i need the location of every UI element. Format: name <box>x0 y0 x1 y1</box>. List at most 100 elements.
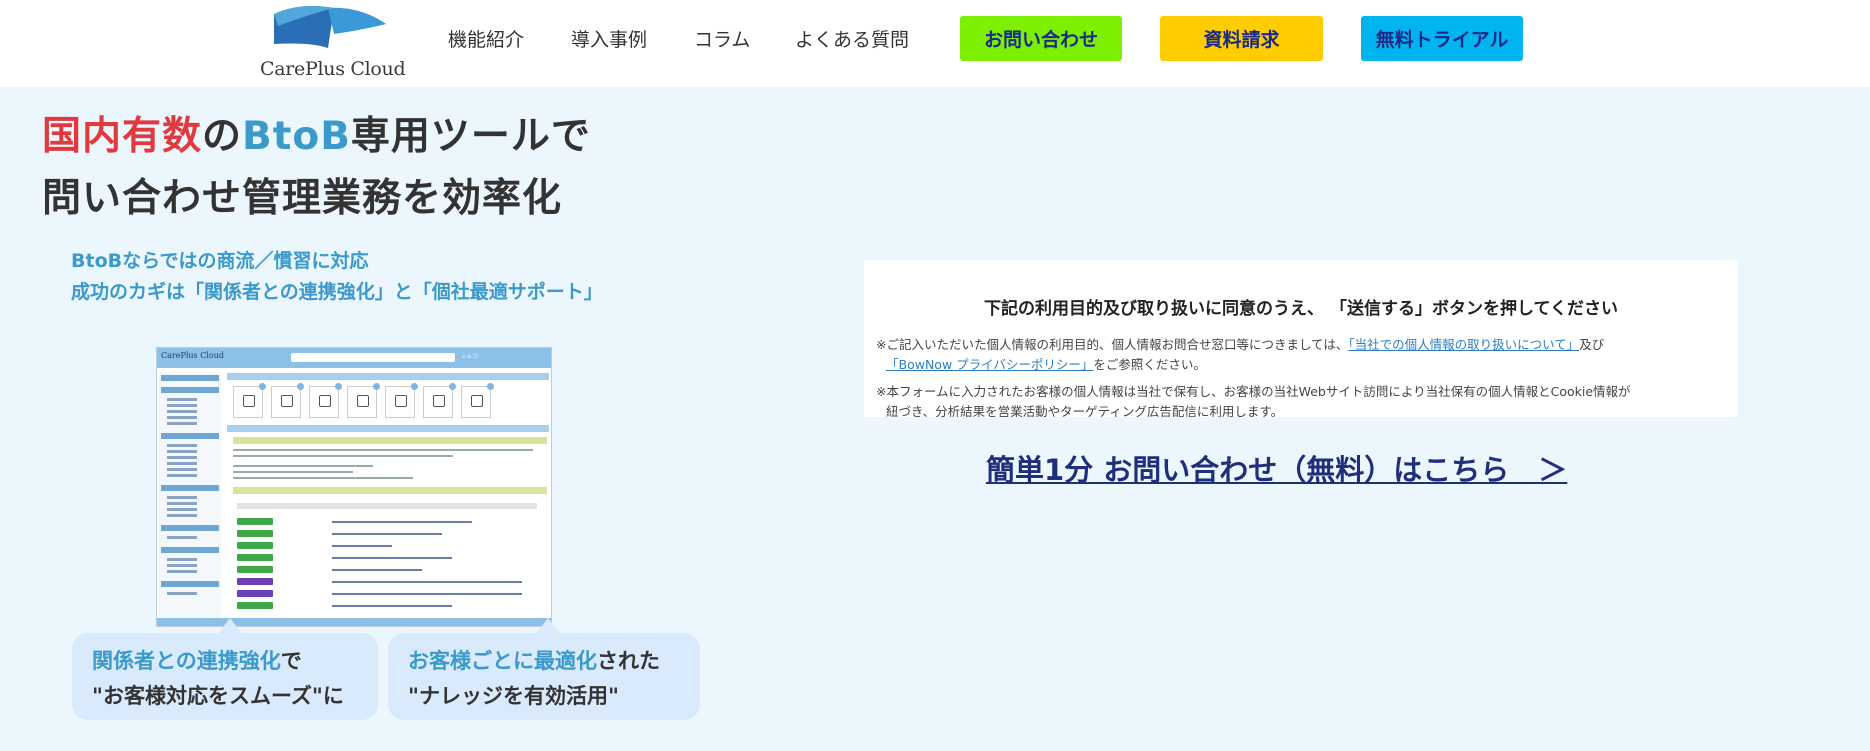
sidebar-item <box>167 564 197 567</box>
row-link <box>332 545 392 547</box>
callout-line2: "ナレッジを有効活用" <box>408 684 619 708</box>
sidebar-item <box>167 496 197 499</box>
tab-row <box>237 503 537 509</box>
hero-particle: の <box>202 114 243 159</box>
badge-icon <box>259 383 266 390</box>
app-screenshot-main <box>227 373 549 623</box>
nav-faq[interactable]: よくある質問 <box>795 25 909 52</box>
feature-icon <box>385 386 415 418</box>
nav-column[interactable]: コラム <box>694 25 750 52</box>
feature-icon <box>347 386 377 418</box>
hero-title-line2: 問い合わせ管理業務を効率化 <box>42 176 563 221</box>
sidebar-item <box>167 416 197 419</box>
sidebar-block <box>161 525 219 531</box>
sidebar-item <box>167 456 197 459</box>
text-line <box>233 449 533 451</box>
sidebar-block <box>161 485 219 491</box>
app-screenshot: CarePlus Cloud ⌕ ⌂ ⎋ <box>156 347 552 627</box>
sidebar-item <box>167 514 197 517</box>
sidebar-item <box>167 450 197 453</box>
contact-cta-link[interactable]: 簡単1分 お問い合わせ（無料）はこちら ＞ <box>986 447 1567 489</box>
callout-line1: 関係者との連携強化で <box>92 645 302 675</box>
sidebar-item <box>167 398 197 401</box>
text-line <box>233 471 353 473</box>
sidebar-item <box>167 422 197 425</box>
logo-mark-icon <box>274 6 386 48</box>
callout-rest: された <box>597 649 660 673</box>
consent-panel: 下記の利用目的及び取り扱いに同意のうえ、 「送信する」ボタンを押してください ※… <box>864 260 1738 417</box>
nav-case-studies[interactable]: 導入事例 <box>571 25 647 52</box>
notice-bar <box>233 437 547 444</box>
hero-highlight-red: 国内有数 <box>42 114 203 159</box>
callout-pointer <box>218 618 242 634</box>
consent-text: 及び <box>1579 337 1605 352</box>
sidebar-item <box>167 508 197 511</box>
feature-icon <box>233 386 263 418</box>
row-link <box>332 521 472 523</box>
status-chip <box>237 518 273 525</box>
hero-subtitle-line1: BtoBならではの商流／慣習に対応 <box>71 250 369 272</box>
logo-text: CarePlus Cloud <box>260 58 406 80</box>
text-line <box>233 465 373 467</box>
free-trial-button[interactable]: 無料トライアル <box>1361 16 1523 61</box>
app-screenshot-logo: CarePlus Cloud <box>161 351 224 360</box>
privacy-handling-link[interactable]: 「当社での個人情報の取り扱いについて」 <box>1348 337 1579 352</box>
logo[interactable]: CarePlus Cloud <box>258 4 418 80</box>
panel-header <box>227 373 549 380</box>
sidebar-item <box>167 558 197 561</box>
sidebar-item <box>167 462 197 465</box>
sidebar-item <box>167 404 197 407</box>
bownow-privacy-policy-link[interactable]: 「BowNow プライバシーポリシー」 <box>886 357 1093 372</box>
consent-paragraph1-line2: 「BowNow プライバシーポリシー」をご参照ください。 <box>886 354 1206 373</box>
nav-features[interactable]: 機能紹介 <box>448 25 524 52</box>
app-screenshot-topbar: CarePlus Cloud ⌕ ⌂ ⎋ <box>157 348 551 368</box>
row-link <box>332 593 522 595</box>
contact-button[interactable]: お問い合わせ <box>960 16 1122 61</box>
request-materials-button[interactable]: 資料請求 <box>1160 16 1323 61</box>
status-chip <box>237 590 273 597</box>
status-chip <box>237 578 273 585</box>
badge-icon <box>373 383 380 390</box>
text-line <box>233 477 413 479</box>
consent-paragraph2-line1: ※本フォームに入力されたお客様の個人情報は当社で保有し、お客様の当社Webサイト… <box>876 384 1631 399</box>
hero-title-rest: 専用ツールで <box>350 114 591 159</box>
sidebar-item <box>167 474 197 477</box>
hero-highlight-blue: BtoB <box>242 114 351 159</box>
sidebar-block <box>161 581 219 587</box>
hero-subtitle-line2: 成功のカギは「関係者との連携強化」と「個社最適サポート」 <box>71 281 603 303</box>
status-chip <box>237 602 273 609</box>
consent-text: をご参照ください。 <box>1093 357 1206 372</box>
row-link <box>332 557 452 559</box>
row-link <box>332 605 452 607</box>
sidebar-item <box>167 592 197 595</box>
callout-collaboration: 関係者との連携強化で "お客様対応をスムーズ"に <box>72 633 378 720</box>
sidebar-item <box>167 410 197 413</box>
notice-bar <box>233 487 547 494</box>
app-screenshot-toolbar-icons: ⌕ ⌂ ⎋ <box>462 353 478 360</box>
consent-paragraph2-line2: 紐づき、分析結果を営業活動やターゲティング広告配信に利用します。 <box>886 404 1284 417</box>
callout-highlight: お客様ごとに最適化 <box>408 649 597 673</box>
panel-header <box>227 425 549 432</box>
status-chip <box>237 530 273 537</box>
feature-icon <box>423 386 453 418</box>
feature-icon <box>461 386 491 418</box>
sidebar-item <box>167 468 197 471</box>
badge-icon <box>487 383 494 390</box>
sidebar-block <box>161 387 219 393</box>
sidebar-item <box>167 444 197 447</box>
app-screenshot-search <box>291 353 455 362</box>
callout-rest: で <box>280 649 302 673</box>
badge-icon <box>449 383 456 390</box>
consent-title: 下記の利用目的及び取り扱いに同意のうえ、 「送信する」ボタンを押してください <box>984 299 1618 319</box>
consent-text: ※ご記入いただいた個人情報の利用目的、個人情報お問合せ窓口等につきましては、 <box>876 337 1349 352</box>
badge-icon <box>297 383 304 390</box>
app-screenshot-footer <box>157 618 551 626</box>
app-screenshot-sidebar <box>159 373 221 623</box>
site-header: CarePlus Cloud 機能紹介 導入事例 コラム よくある質問 お問い合… <box>0 0 1870 87</box>
status-chip <box>237 566 273 573</box>
badge-icon <box>335 383 342 390</box>
sidebar-block <box>161 547 219 553</box>
text-line <box>233 455 453 457</box>
row-link <box>332 569 422 571</box>
sidebar-item <box>167 570 197 573</box>
